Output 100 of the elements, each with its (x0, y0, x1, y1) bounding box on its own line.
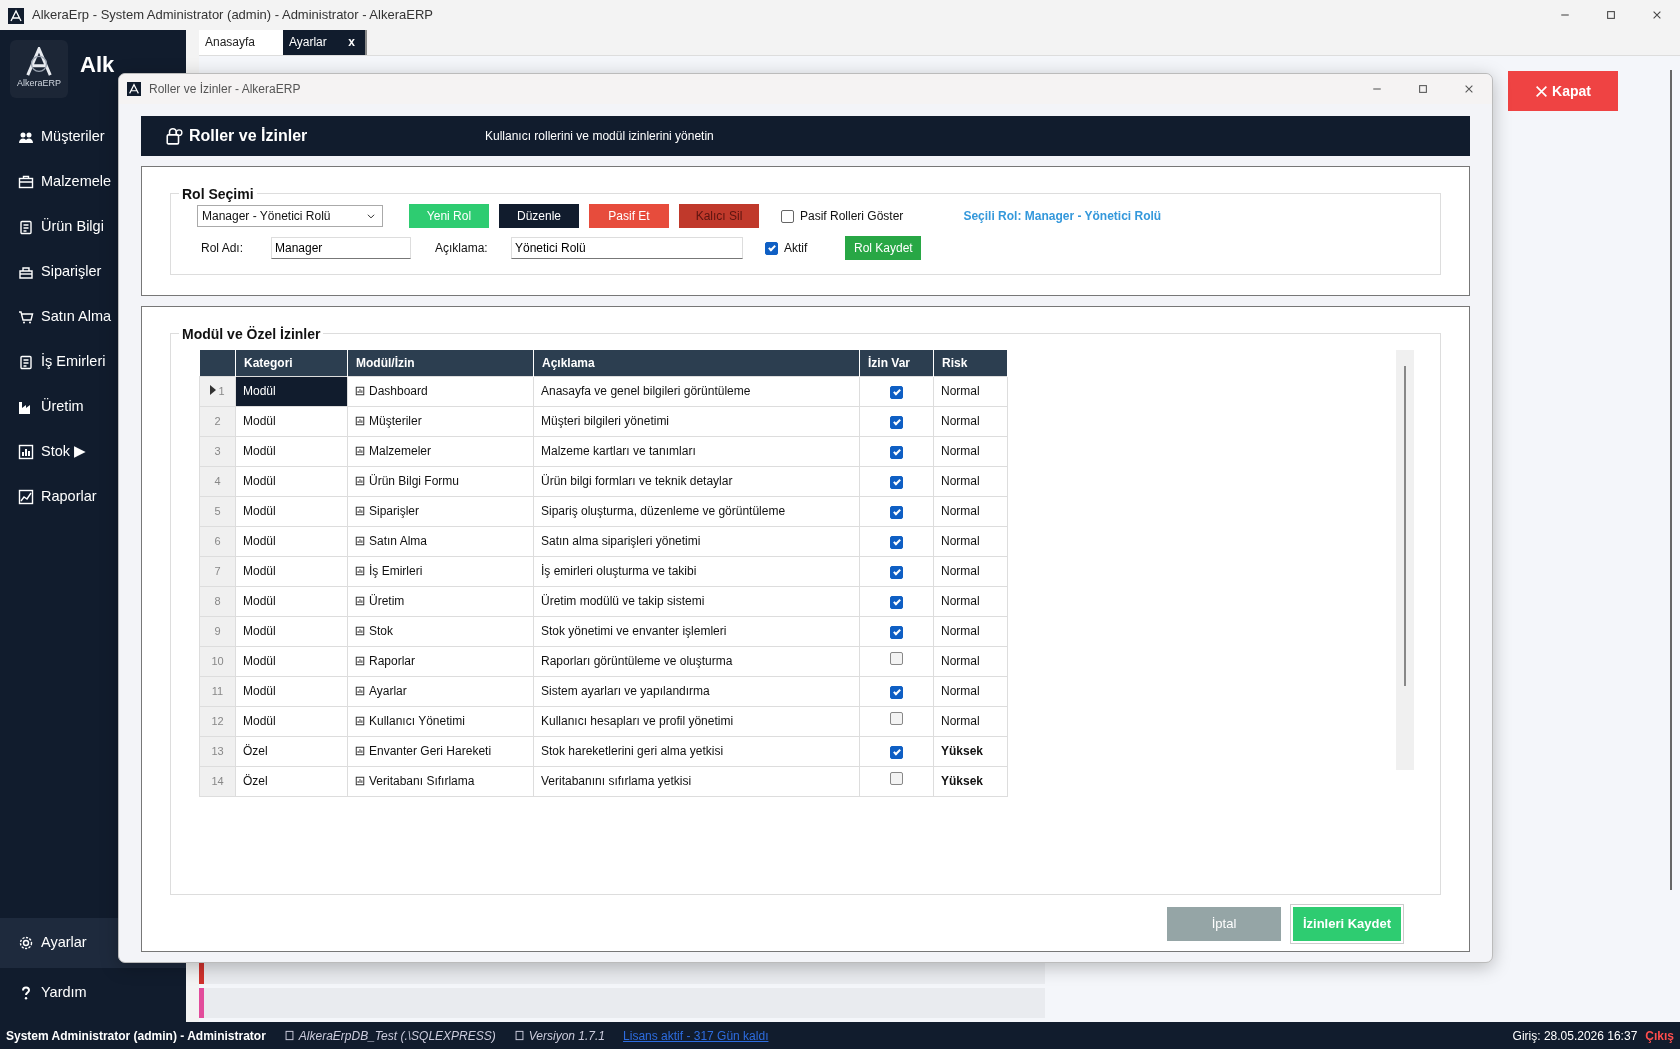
table-cell: Modül (235, 436, 348, 466)
table-cell: Modül (235, 406, 348, 436)
table-cell: Normal (933, 436, 1008, 466)
sidebar-item[interactable]: Üretim (0, 384, 186, 429)
module-icon (355, 506, 365, 516)
checkbox[interactable]: Aktif (765, 239, 808, 257)
current-row-icon (210, 384, 217, 395)
row-number: 10 (199, 646, 236, 676)
checkbox[interactable] (890, 746, 903, 759)
status-user: System Administrator (admin) - Administrator (6, 1027, 266, 1045)
table-cell: Modül (235, 466, 348, 496)
module-icon (355, 776, 365, 786)
table-cell: Satın alma siparişleri yönetimi (533, 526, 860, 556)
table-cell: Normal (933, 586, 1008, 616)
sidebar-item[interactable]: Yardım (0, 968, 186, 1018)
sidebar-item[interactable]: Stok ▶ (0, 429, 186, 474)
sidebar-item[interactable]: Raporlar (0, 474, 186, 519)
clipboard-icon (18, 218, 34, 235)
window-title: AlkeraErp - System Administrator (admin) - Administrator - AlkeraERP (32, 6, 433, 25)
table-cell: Ürün Bilgi Formu (355, 472, 526, 490)
checkbox[interactable]: Pasif Rolleri Göster (781, 207, 904, 225)
row-number: 11 (199, 676, 236, 706)
checkbox[interactable] (890, 772, 903, 785)
module-icon (355, 626, 365, 636)
table-cell: Normal (933, 496, 1008, 526)
module-icon (355, 536, 365, 546)
logo-text: AlkeraERP (17, 77, 61, 91)
table-cell: Modül (235, 526, 348, 556)
maximize-icon (1417, 83, 1429, 95)
table-cell: İş Emirleri (355, 562, 526, 580)
table-cell: Modül (235, 556, 348, 586)
checkbox[interactable] (890, 686, 903, 699)
checkbox[interactable] (890, 476, 903, 489)
role-button[interactable]: Düzenle (499, 204, 579, 228)
row-number: 5 (199, 496, 236, 526)
table-cell: Normal (933, 646, 1008, 676)
role-name-field[interactable]: Manager (271, 237, 411, 259)
table-cell: Veritabanını sıfırlama yetkisi (533, 766, 860, 796)
module-icon (355, 446, 365, 456)
checkbox[interactable] (890, 596, 903, 609)
logo-icon (127, 82, 141, 96)
row-number: 4 (199, 466, 236, 496)
tab[interactable]: Ayarlar x (283, 30, 367, 55)
close-icon (1651, 9, 1663, 21)
column-header: Modül/İzin (347, 350, 534, 376)
sidebar-item[interactable]: Siparişler (0, 249, 186, 294)
checkbox[interactable] (890, 536, 903, 549)
role-button[interactable]: Pasif Et (589, 204, 669, 228)
bar-chart-icon (18, 443, 34, 460)
table-cell: Sistem ayarları ve yapılandırma (533, 676, 860, 706)
table-cell: Yüksek (933, 766, 1008, 796)
sidebar-item[interactable]: Ürün Bilgi (0, 204, 186, 249)
checkbox[interactable] (890, 416, 903, 429)
table-cell: İş emirleri oluşturma ve takibi (533, 556, 860, 586)
table-cell: Müşteri bilgileri yönetimi (533, 406, 860, 436)
clipboard-icon (18, 353, 34, 370)
brand-name: Alk (80, 51, 115, 79)
row-number: 6 (199, 526, 236, 556)
table-cell: Modül (235, 616, 348, 646)
checkbox[interactable] (890, 712, 903, 725)
table-cell: Modül (235, 376, 348, 406)
row-number: 2 (199, 406, 236, 436)
selected-role-label: Seçili Rol: Manager - Yönetici Rolü (963, 208, 1162, 225)
module-icon (355, 476, 365, 486)
table-cell: Malzeme kartları ve tanımları (533, 436, 860, 466)
logout-link[interactable]: Çıkış (1645, 1026, 1674, 1045)
table-cell: Modül (235, 496, 348, 526)
row-number: 1 (199, 376, 236, 406)
checkbox[interactable] (890, 626, 903, 639)
table-cell: Stok (355, 622, 526, 640)
module-icon (355, 746, 365, 756)
role-dropdown[interactable]: Manager - Yönetici Rolü (197, 205, 383, 227)
table-cell: Kullanıcı hesapları ve profil yönetimi (533, 706, 860, 736)
lock-icon (165, 127, 183, 145)
close-button[interactable]: Kapat (1508, 71, 1618, 111)
table-cell: Normal (933, 706, 1008, 736)
field-label: Rol Adı: (201, 240, 245, 257)
table-cell: Özel (235, 766, 348, 796)
table-cell: Normal (933, 616, 1008, 646)
checkbox[interactable] (890, 506, 903, 519)
logo-icon (8, 7, 24, 24)
table-cell: Normal (933, 556, 1008, 586)
checkbox[interactable] (890, 386, 903, 399)
tab[interactable]: Anasayfa (199, 30, 283, 55)
module-icon (355, 716, 365, 726)
table-cell: Normal (933, 676, 1008, 706)
module-icon (355, 656, 365, 666)
checkbox[interactable] (890, 446, 903, 459)
row-number: 13 (199, 736, 236, 766)
license-link[interactable]: Lisans aktif - 317 Gün kaldı (623, 1026, 769, 1045)
table-cell: Veritabanı Sıfırlama (355, 772, 526, 790)
table-cell: Sipariş oluşturma, düzenleme ve görüntüleme (533, 496, 860, 526)
column-header: İzin Var (859, 350, 934, 376)
column-header: Kategori (235, 350, 348, 376)
table-cell: Raporlar (355, 652, 526, 670)
table-cell: Siparişler (355, 502, 526, 520)
checkbox[interactable] (890, 652, 903, 665)
description-field[interactable]: Yönetici Rolü (511, 237, 743, 259)
dialog-title: Roller ve İzinler - AlkeraERP (149, 81, 301, 98)
checkbox[interactable] (890, 566, 903, 579)
